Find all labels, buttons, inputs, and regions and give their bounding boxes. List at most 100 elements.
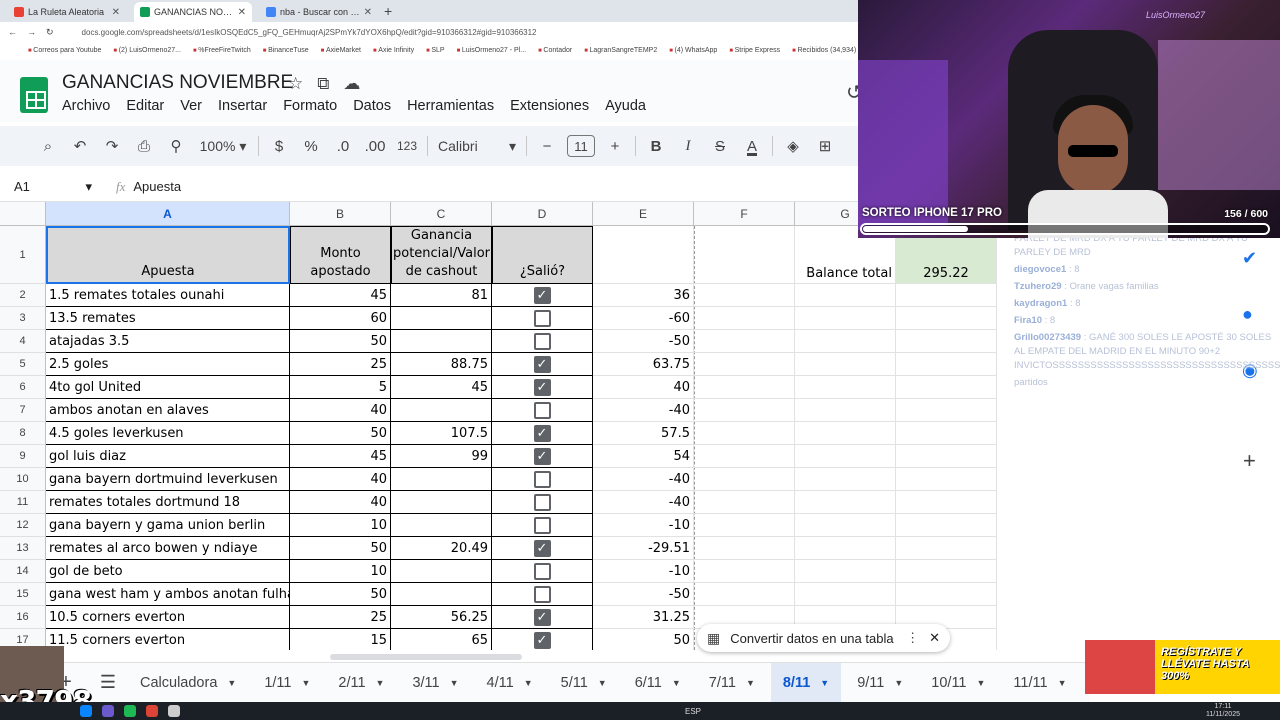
amount-cell[interactable]: 50: [290, 330, 391, 353]
cell-empty[interactable]: [795, 330, 896, 353]
search-menus-icon[interactable]: ⌕: [32, 132, 64, 160]
bookmark-item[interactable]: (4) WhatsApp: [669, 47, 718, 54]
toast-label[interactable]: Convertir datos en una tabla: [730, 631, 893, 646]
checkbox-unchecked[interactable]: [533, 309, 551, 327]
bookmark-item[interactable]: Contador: [538, 47, 572, 54]
cell-empty[interactable]: [694, 514, 795, 537]
potential-cell[interactable]: 56.25: [391, 606, 492, 629]
row-header[interactable]: 9: [0, 445, 46, 468]
amount-cell[interactable]: 50: [290, 422, 391, 445]
chevron-down-icon[interactable]: ▼: [376, 678, 385, 688]
menu-item[interactable]: Formato: [283, 98, 337, 114]
bet-name-cell[interactable]: gana bayern dortmuind leverkusen: [46, 468, 290, 491]
net-result-cell[interactable]: 36: [593, 284, 694, 307]
checkbox-checked[interactable]: ✓: [533, 355, 551, 373]
cell-empty[interactable]: [694, 330, 795, 353]
strikethrough-button[interactable]: S: [704, 132, 736, 160]
currency-button[interactable]: $: [263, 132, 295, 160]
amount-cell[interactable]: 25: [290, 606, 391, 629]
increase-font-size-icon[interactable]: +: [599, 132, 631, 160]
amount-cell[interactable]: 50: [290, 537, 391, 560]
cell-empty[interactable]: [795, 583, 896, 606]
cell-empty[interactable]: [795, 560, 896, 583]
potential-cell[interactable]: 99: [391, 445, 492, 468]
more-options-icon[interactable]: ⋮: [906, 630, 919, 646]
close-icon[interactable]: ✕: [364, 7, 372, 18]
checkbox-checked[interactable]: ✓: [533, 447, 551, 465]
menu-item[interactable]: Editar: [126, 98, 164, 114]
close-icon[interactable]: ✕: [238, 7, 246, 18]
chevron-down-icon[interactable]: ▼: [820, 678, 829, 688]
bet-name-cell[interactable]: atajadas 3.5: [46, 330, 290, 353]
net-result-cell[interactable]: -50: [593, 330, 694, 353]
cell-empty[interactable]: [694, 307, 795, 330]
bet-name-cell[interactable]: remates totales dortmund 18: [46, 491, 290, 514]
cell-empty[interactable]: [896, 491, 997, 514]
chevron-down-icon[interactable]: ▼: [977, 678, 986, 688]
row-header[interactable]: 3: [0, 307, 46, 330]
amount-cell[interactable]: 50: [290, 583, 391, 606]
bet-name-cell[interactable]: 4to gol United: [46, 376, 290, 399]
move-folder-icon[interactable]: ⧉: [317, 74, 329, 94]
checkbox-checked[interactable]: ✓: [533, 378, 551, 396]
potential-cell[interactable]: 45: [391, 376, 492, 399]
cell-empty[interactable]: [795, 284, 896, 307]
result-checkbox-cell[interactable]: [492, 514, 593, 537]
net-result-cell[interactable]: -10: [593, 514, 694, 537]
chevron-down-icon[interactable]: ▼: [524, 678, 533, 688]
bookmark-item[interactable]: (2) LuisOrmeno27...: [113, 47, 181, 54]
horizontal-scrollbar[interactable]: [330, 654, 522, 660]
row-header[interactable]: 5: [0, 353, 46, 376]
bookmark-item[interactable]: LagranSangreTEMP2: [584, 47, 658, 54]
menu-item[interactable]: Insertar: [218, 98, 267, 114]
doc-title[interactable]: GANANCIAS NOVIEMBRE: [62, 72, 293, 94]
cell-empty[interactable]: [694, 491, 795, 514]
bet-name-cell[interactable]: 11.5 corners everton: [46, 629, 290, 650]
sheet-tab[interactable]: 9/11 ▼: [845, 663, 915, 703]
bet-name-cell[interactable]: gana bayern y gama union berlin: [46, 514, 290, 537]
cell-empty[interactable]: [896, 353, 997, 376]
text-color-button[interactable]: A: [736, 132, 768, 160]
cell-empty[interactable]: [795, 353, 896, 376]
bet-name-cell[interactable]: ambos anotan en alaves: [46, 399, 290, 422]
row-header[interactable]: 6: [0, 376, 46, 399]
keyboard-language[interactable]: ESP: [685, 707, 701, 716]
bet-name-cell[interactable]: 10.5 corners everton: [46, 606, 290, 629]
net-result-cell[interactable]: 31.25: [593, 606, 694, 629]
decrease-font-size-icon[interactable]: −: [531, 132, 563, 160]
checkbox-unchecked[interactable]: [533, 585, 551, 603]
result-checkbox-cell[interactable]: [492, 560, 593, 583]
percent-button[interactable]: %: [295, 132, 327, 160]
net-result-cell[interactable]: 40: [593, 376, 694, 399]
font-size-input[interactable]: 11: [567, 135, 595, 157]
select-all-corner[interactable]: [0, 202, 46, 226]
row-header[interactable]: 16: [0, 606, 46, 629]
potential-cell[interactable]: [391, 583, 492, 606]
row-header[interactable]: 11: [0, 491, 46, 514]
amount-cell[interactable]: 15: [290, 629, 391, 650]
chrome-icon[interactable]: [146, 705, 158, 717]
sheet-tab[interactable]: 2/11 ▼: [326, 663, 396, 703]
cell-empty[interactable]: [694, 353, 795, 376]
cell-empty[interactable]: [694, 560, 795, 583]
menu-item[interactable]: Herramientas: [407, 98, 494, 114]
chevron-down-icon[interactable]: ▼: [894, 678, 903, 688]
all-sheets-icon[interactable]: ☰: [92, 672, 124, 693]
row-header[interactable]: 7: [0, 399, 46, 422]
bet-name-cell[interactable]: gol de beto: [46, 560, 290, 583]
column-header[interactable]: F: [694, 202, 795, 226]
net-result-cell[interactable]: 63.75: [593, 353, 694, 376]
paint-format-icon[interactable]: ⚲: [160, 132, 192, 160]
cell-empty[interactable]: [694, 399, 795, 422]
sheets-logo-icon[interactable]: [20, 77, 48, 113]
close-icon[interactable]: ✕: [929, 630, 940, 646]
menu-item[interactable]: Ver: [180, 98, 202, 114]
cell-empty[interactable]: [593, 226, 694, 284]
cell-empty[interactable]: [795, 307, 896, 330]
sheet-tab[interactable]: Calculadora ▼: [128, 663, 248, 703]
row-header[interactable]: 12: [0, 514, 46, 537]
cell-empty[interactable]: [795, 514, 896, 537]
browser-tab[interactable]: La Ruleta Aleatoria ✕: [8, 2, 126, 22]
potential-cell[interactable]: [391, 399, 492, 422]
cell-empty[interactable]: [795, 445, 896, 468]
